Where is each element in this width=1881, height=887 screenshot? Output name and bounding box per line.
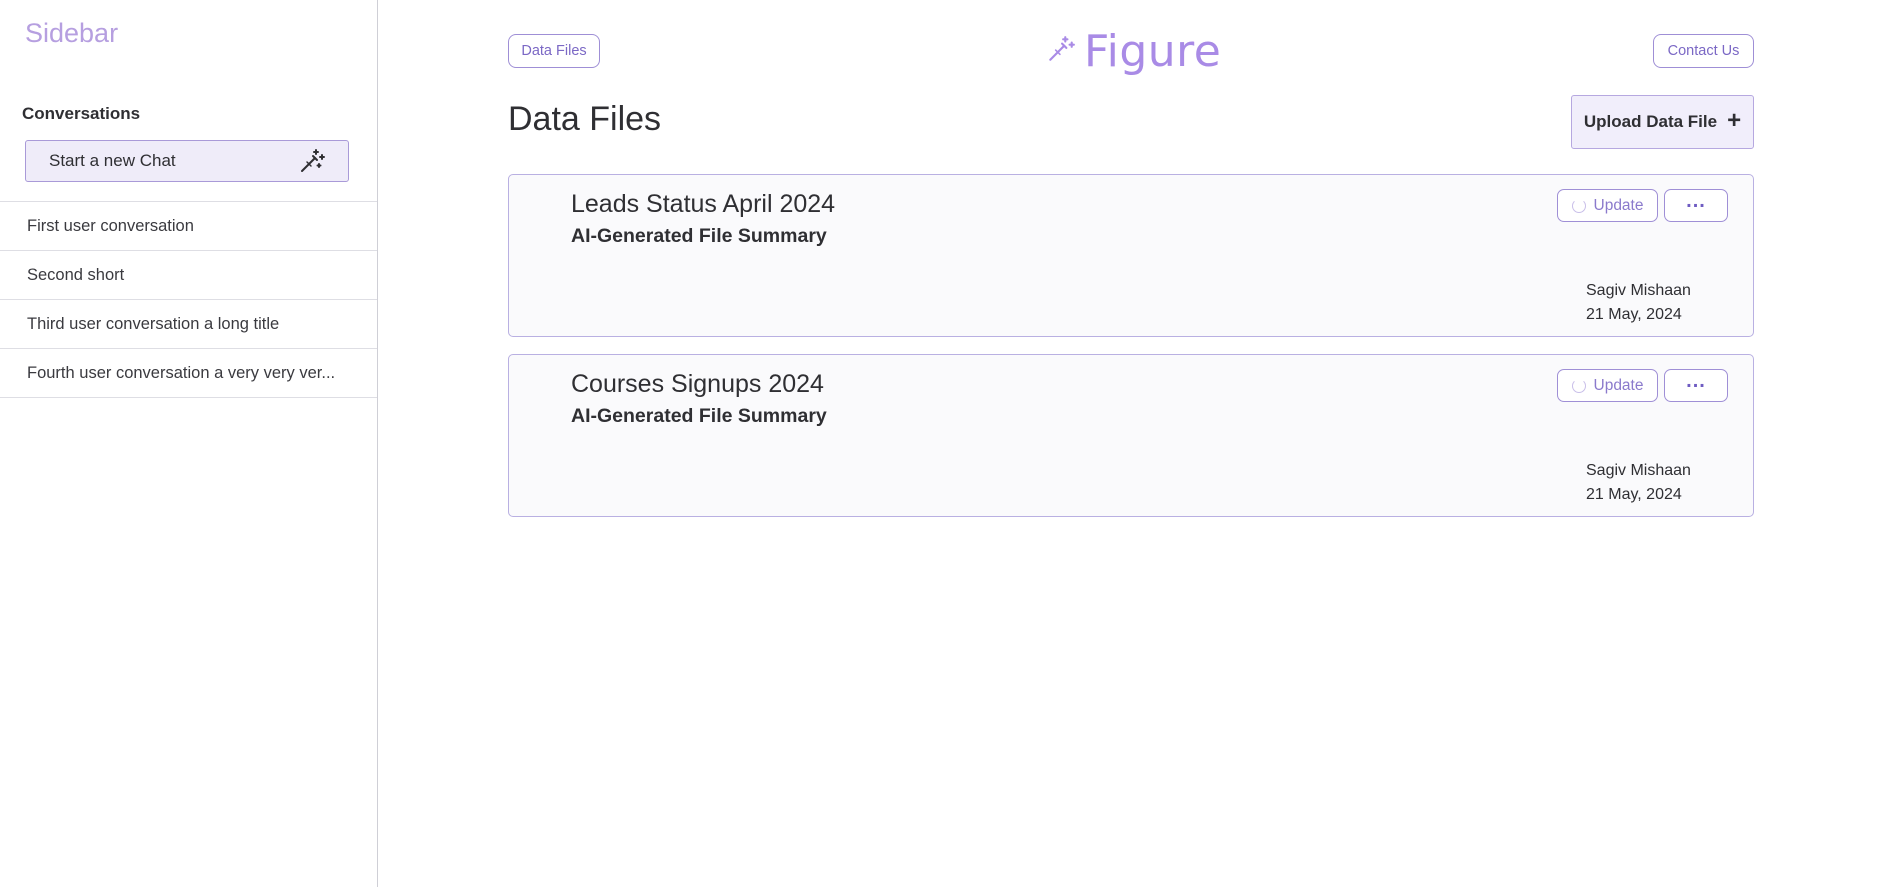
page-title: Data Files bbox=[508, 100, 662, 138]
main-content: Data Files Figure Contact Us Data Files … bbox=[378, 0, 1881, 887]
upload-data-file-button[interactable]: Upload Data File + bbox=[1571, 95, 1754, 149]
file-author: Sagiv Mishaan bbox=[1586, 282, 1691, 299]
conversation-item[interactable]: Fourth user conversation a very very ver… bbox=[0, 349, 377, 398]
contact-us-link[interactable]: Contact Us bbox=[1653, 34, 1754, 68]
more-icon: ... bbox=[1686, 370, 1706, 392]
file-date: 21 May, 2024 bbox=[1586, 306, 1682, 323]
refresh-icon bbox=[1571, 198, 1586, 213]
file-card[interactable]: Leads Status April 2024 AI-Generated Fil… bbox=[508, 174, 1754, 337]
file-author: Sagiv Mishaan bbox=[1586, 462, 1691, 479]
conversation-item[interactable]: Third user conversation a long title bbox=[0, 300, 377, 349]
conversation-title: Fourth user conversation a very very ver… bbox=[27, 363, 336, 382]
sidebar: Sidebar Conversations Start a new Chat F… bbox=[0, 0, 378, 887]
upload-label: Upload Data File bbox=[1583, 112, 1718, 131]
magic-wand-icon bbox=[1046, 34, 1076, 69]
conversation-item[interactable]: First user conversation bbox=[0, 202, 377, 251]
file-list: Leads Status April 2024 AI-Generated Fil… bbox=[508, 174, 1754, 534]
file-actions: Update ... bbox=[1557, 189, 1728, 222]
file-card[interactable]: Courses Signups 2024 AI-Generated File S… bbox=[508, 354, 1754, 517]
update-label: Update bbox=[1593, 376, 1644, 394]
sidebar-title: Sidebar bbox=[25, 18, 119, 48]
file-title: Courses Signups 2024 bbox=[571, 370, 824, 398]
conversation-title: Second short bbox=[27, 265, 125, 284]
update-label: Update bbox=[1593, 196, 1644, 214]
more-options-button[interactable]: ... bbox=[1664, 189, 1728, 222]
app-root: Sidebar Conversations Start a new Chat F… bbox=[0, 0, 1881, 887]
logo-text: Figure bbox=[1084, 25, 1222, 77]
conversation-title: Third user conversation a long title bbox=[27, 314, 280, 333]
conversation-title: First user conversation bbox=[27, 216, 194, 235]
conversation-list: First user conversation Second short Thi… bbox=[0, 201, 377, 398]
refresh-icon bbox=[1571, 378, 1586, 393]
update-button[interactable]: Update bbox=[1557, 369, 1658, 402]
magic-wand-icon bbox=[298, 147, 326, 175]
file-summary-heading: AI-Generated File Summary bbox=[571, 225, 827, 247]
new-chat-label: Start a new Chat bbox=[49, 151, 176, 170]
conversations-heading: Conversations bbox=[22, 104, 141, 123]
plus-icon: + bbox=[1727, 107, 1742, 134]
file-date: 21 May, 2024 bbox=[1586, 486, 1682, 503]
logo[interactable]: Figure bbox=[1046, 25, 1222, 77]
file-meta: Sagiv Mishaan 21 May, 2024 bbox=[1586, 459, 1691, 507]
more-icon: ... bbox=[1686, 190, 1706, 212]
data-files-link[interactable]: Data Files bbox=[508, 34, 600, 68]
conversation-item[interactable]: Second short bbox=[0, 251, 377, 300]
file-summary-heading: AI-Generated File Summary bbox=[571, 405, 827, 427]
update-button[interactable]: Update bbox=[1557, 189, 1658, 222]
more-options-button[interactable]: ... bbox=[1664, 369, 1728, 402]
new-chat-button[interactable]: Start a new Chat bbox=[25, 140, 349, 182]
file-meta: Sagiv Mishaan 21 May, 2024 bbox=[1586, 279, 1691, 327]
file-actions: Update ... bbox=[1557, 369, 1728, 402]
file-title: Leads Status April 2024 bbox=[571, 190, 836, 218]
